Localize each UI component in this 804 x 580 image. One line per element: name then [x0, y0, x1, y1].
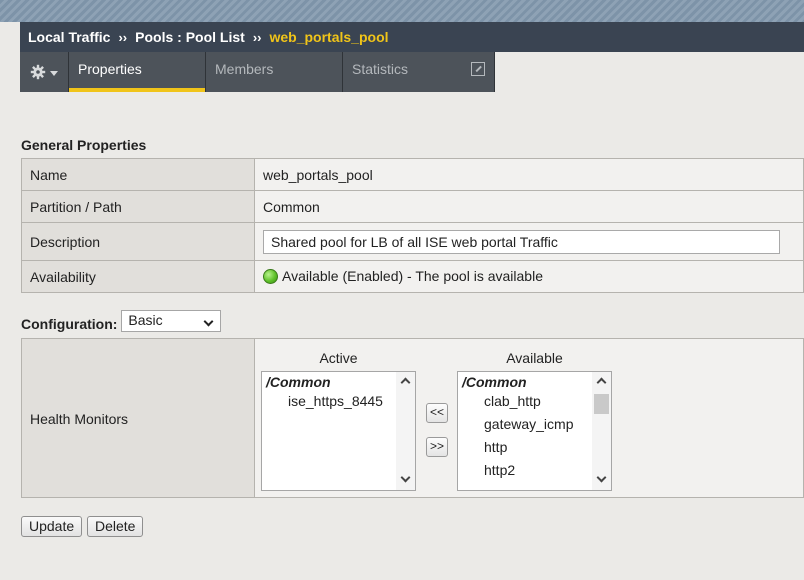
- table-row: Availability Available (Enabled) - The p…: [21, 260, 804, 293]
- tab-statistics-label: Statistics: [352, 61, 409, 77]
- breadcrumb-separator: ››: [118, 29, 128, 45]
- gear-menu-button[interactable]: [20, 52, 69, 92]
- move-to-active-button[interactable]: <<: [426, 403, 448, 423]
- health-monitors-row: Health Monitors Active /Common ise_https…: [21, 338, 804, 498]
- tab-properties[interactable]: Properties: [69, 52, 206, 92]
- active-list-scrollbar[interactable]: [396, 372, 415, 490]
- active-group-label: /Common: [266, 374, 331, 390]
- chevron-down-icon: [203, 316, 214, 327]
- general-properties-heading: General Properties: [21, 137, 147, 153]
- chevron-down-icon: [50, 70, 58, 76]
- description-label: Description: [21, 222, 255, 261]
- list-item[interactable]: ise_https_8445: [262, 390, 415, 413]
- breadcrumb-current: web_portals_pool: [269, 29, 389, 45]
- name-label: Name: [21, 158, 255, 191]
- table-row: Description: [21, 222, 804, 261]
- external-link-icon[interactable]: [471, 62, 485, 76]
- partition-label: Partition / Path: [21, 190, 255, 223]
- scrollbar-thumb[interactable]: [594, 394, 609, 414]
- availability-value: Available (Enabled) - The pool is availa…: [282, 268, 543, 285]
- available-heading: Available: [506, 350, 563, 366]
- status-available-icon: [263, 268, 278, 284]
- update-button[interactable]: Update: [21, 516, 83, 537]
- configuration-selected-value: Basic: [128, 312, 163, 328]
- breadcrumb: Local Traffic ›› Pools : Pool List ›› we…: [20, 22, 804, 52]
- list-item[interactable]: clab_http: [458, 390, 611, 413]
- list-item[interactable]: http2: [458, 459, 611, 482]
- list-item[interactable]: http: [458, 436, 611, 459]
- table-row: Partition / Path Common: [21, 190, 804, 223]
- breadcrumb-separator: ››: [252, 29, 262, 45]
- configuration-select[interactable]: Basic: [121, 310, 222, 332]
- general-properties-table: Name web_portals_pool Partition / Path C…: [21, 158, 804, 293]
- scroll-up-icon[interactable]: [596, 377, 607, 388]
- pool-name-value: web_portals_pool: [254, 158, 804, 191]
- configuration-row: Configuration: Basic: [21, 310, 222, 332]
- delete-button[interactable]: Delete: [87, 516, 144, 537]
- available-list-scrollbar[interactable]: [592, 372, 611, 490]
- scroll-up-icon[interactable]: [400, 377, 411, 388]
- active-monitors-list[interactable]: /Common ise_https_8445: [261, 371, 416, 491]
- scroll-down-icon[interactable]: [596, 472, 607, 483]
- gear-icon: [30, 64, 46, 80]
- availability-label: Availability: [21, 260, 255, 293]
- scroll-down-icon[interactable]: [400, 472, 411, 483]
- available-group-label: /Common: [462, 374, 527, 390]
- tab-bar: Properties Members Statistics: [20, 52, 804, 92]
- active-heading: Active: [319, 350, 358, 366]
- breadcrumb-pool-list[interactable]: Pools : Pool List: [135, 29, 245, 45]
- tab-statistics[interactable]: Statistics: [343, 52, 495, 92]
- list-item[interactable]: gateway_icmp: [458, 413, 611, 436]
- move-to-available-button[interactable]: >>: [426, 437, 448, 457]
- partition-value: Common: [254, 190, 804, 223]
- configuration-label: Configuration:: [21, 316, 118, 332]
- header-stripe: [0, 0, 804, 22]
- tab-members[interactable]: Members: [206, 52, 343, 92]
- health-monitors-label: Health Monitors: [22, 339, 255, 497]
- available-monitors-list[interactable]: /Common clab_http gateway_icmp http http…: [457, 371, 612, 491]
- breadcrumb-local-traffic[interactable]: Local Traffic: [28, 29, 110, 45]
- description-input[interactable]: [263, 229, 780, 254]
- table-row: Name web_portals_pool: [21, 158, 804, 191]
